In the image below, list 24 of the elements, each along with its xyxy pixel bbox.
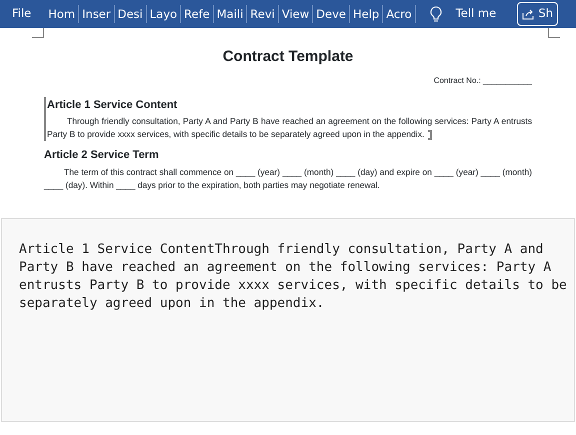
selection-end-marker (428, 130, 432, 140)
ribbon-tab[interactable]: Help (350, 5, 384, 23)
contract-number-line: Contract No.: ___________ (432, 74, 532, 86)
section-heading: Article 2 Service Term (44, 148, 160, 163)
share-icon (522, 8, 536, 20)
ribbon-tab[interactable]: Inser (79, 5, 115, 23)
document-title: Contract Template (222, 47, 354, 67)
ribbon-tab[interactable]: Desi (114, 5, 147, 23)
file-tab[interactable]: File (0, 5, 46, 23)
ribbon-tab[interactable]: Acro (383, 5, 416, 23)
ribbon-tab[interactable]: Revi (247, 5, 279, 23)
tell-me-search[interactable]: Tell me (456, 5, 496, 23)
ribbon-tab[interactable]: View (278, 5, 314, 23)
section-body: The term of this contract shall commence on ____ (year) ____ (month) ____ (day) and expire on ____ (year) ____ (month) ____ (day). Within ____ days prior to the expiration, both parties may negotiate renewal. (44, 166, 532, 192)
ribbon-tab[interactable]: Maili (214, 5, 248, 23)
ribbon-tab[interactable]: Refe (181, 5, 214, 23)
preview-text: Article 1 Service ContentThrough friendly consultation, Party A and Party B have reached an agreement on the following services: Party A entrusts Party B to provide xxxx services, with specific details to be separately agreed upon in the appendix. (19, 241, 568, 313)
ribbon-tab[interactable]: Layo (146, 5, 182, 23)
section-body: Through friendly consultation, Party A and Party B have reached an agreement on the following services: Party A entrusts Party B to provide xxxx services, with specific details to be separately agreed upon in the appendix. (47, 115, 532, 141)
share-button[interactable]: Sh (517, 2, 558, 26)
section-heading: Article 1 Service Content (47, 98, 178, 112)
ribbon-tab[interactable]: Deve (313, 5, 350, 23)
ribbon-tab[interactable]: Hom (45, 5, 80, 23)
lightbulb-icon[interactable] (430, 6, 442, 22)
